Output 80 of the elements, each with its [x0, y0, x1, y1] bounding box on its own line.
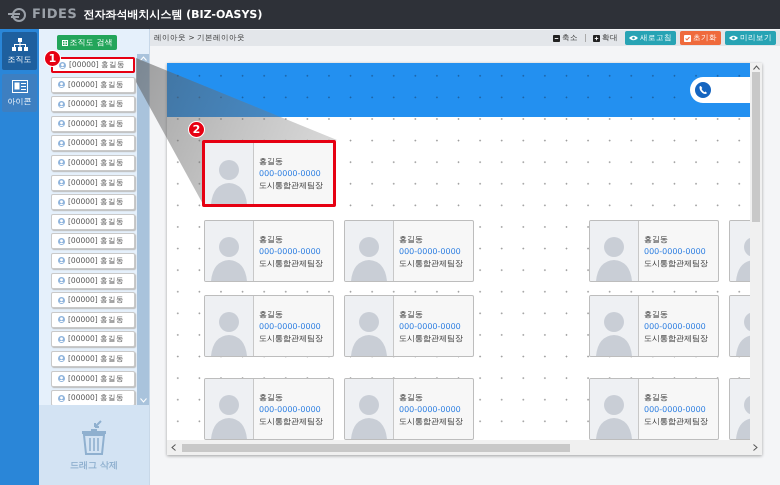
job-title: 도시통합관제팀장 [644, 332, 708, 344]
job-title: 도시통합관제팀장 [259, 332, 323, 344]
phone-number: 000-0000-0000 [259, 246, 322, 256]
eye-icon [729, 35, 738, 41]
seat-card[interactable]: 홍길동 000-0000-0000 도시통합관제팀장 [344, 378, 474, 440]
scroll-thumb[interactable] [182, 444, 570, 452]
user-icon [58, 316, 65, 324]
user-icon [58, 159, 65, 166]
scroll-up-icon[interactable] [752, 65, 760, 70]
user-icon [58, 355, 65, 362]
org-chart-icon [12, 38, 28, 50]
eye-icon [629, 35, 638, 41]
phone-number: 000-0000-0000 [259, 322, 322, 330]
user-icon [58, 140, 65, 147]
user-icon [59, 62, 66, 68]
user-icon [58, 238, 65, 245]
user-icon [58, 394, 65, 402]
user-icon [58, 218, 65, 226]
phone-number: 000-0000-0000 [399, 322, 462, 330]
person-name: 홍길동 [399, 308, 424, 320]
trash-label: 드래그 삭제 [70, 460, 118, 472]
user-icon [58, 179, 65, 186]
seat-card[interactable]: 홍길동 000-0000-0000 도시통합관제팀장 [204, 220, 334, 282]
plus-icon [593, 34, 600, 42]
job-title: 도시통합관제팀장 [644, 416, 708, 426]
seat-card[interactable]: 홍길동 000-0000-0000 도시통합관제팀장 [344, 295, 474, 357]
seat-card[interactable]: 홍길동 000-0000-0000 도시통합관제팀장 [204, 295, 334, 357]
scroll-thumb[interactable] [752, 72, 760, 222]
scroll-left-icon[interactable] [171, 444, 176, 451]
person-name: 홍길동 [259, 156, 284, 167]
phone-icon [695, 82, 711, 98]
phone-number: 000-0000-0000 [259, 404, 322, 414]
trash-icon [81, 418, 107, 454]
person-name: 홍길동 [259, 392, 284, 402]
job-title: 도시통합관제팀장 [259, 258, 323, 268]
logo-icon [8, 8, 26, 22]
user-icon [58, 336, 65, 343]
phone-number: 000-0000-0000 [399, 404, 462, 414]
user-icon [58, 198, 65, 206]
user-icon [58, 100, 65, 108]
scroll-down-icon[interactable] [140, 398, 146, 403]
grid-icon [62, 40, 68, 46]
user-icon [58, 296, 65, 304]
rail-tab[interactable]: 조직도 [2, 32, 37, 70]
person-name: 홍길동 [644, 234, 669, 244]
seat-card[interactable]: 홍길동 000-0000-0000 도시통합관제팀장 [204, 378, 334, 440]
person-name: 홍길동 [644, 392, 669, 402]
seat-card[interactable]: 홍길동 000-0000-0000 도시통합관제팀장 [589, 220, 719, 282]
seat-card[interactable]: 홍길동 000-0000-0000 도시통합관제팀장 [589, 295, 719, 357]
user-icon [58, 277, 65, 284]
user-icon [58, 120, 65, 128]
phone-number: 000-0000-0000 [259, 169, 322, 178]
user-icon [58, 81, 65, 88]
logo-text: FIDES [32, 7, 78, 22]
phone-number: 000-0000-0000 [644, 322, 707, 330]
phone-number: 000-0000-0000 [644, 246, 707, 256]
phone-number: 000-0000-0000 [644, 404, 707, 414]
person-name: 홍길동 [399, 392, 424, 402]
job-title: 도시통합관제팀장 [644, 258, 708, 268]
seat-card[interactable]: 홍길동 000-0000-0000 도시통합관제팀장 [344, 220, 474, 282]
seat-card[interactable]: 홍길동 000-0000-0000 도시통합관제팀장 [202, 140, 336, 207]
app-title: 전자좌석배치시스템 (BIZ-OASYS) [83, 7, 262, 22]
minus-icon [553, 34, 560, 42]
person-name: 홍길동 [399, 234, 424, 244]
seat-card[interactable]: 홍길동 000-0000-0000 도시통합관제팀장 [589, 378, 719, 440]
checkbox-icon [684, 34, 691, 42]
id-card-icon [12, 80, 28, 92]
scroll-right-icon[interactable] [753, 444, 758, 451]
user-icon [58, 257, 65, 264]
job-title: 도시통합관제팀장 [259, 416, 323, 426]
rail-tab[interactable]: 아이콘 [2, 74, 37, 112]
job-title: 도시통합관제팀장 [259, 180, 323, 191]
job-title: 도시통합관제팀장 [399, 332, 463, 344]
person-name: 홍길동 [259, 308, 284, 320]
person-name: 홍길동 [644, 308, 669, 320]
phone-number: 000-0000-0000 [399, 246, 462, 256]
user-icon [58, 375, 65, 382]
job-title: 도시통합관제팀장 [399, 258, 463, 268]
person-name: 홍길동 [259, 234, 284, 244]
job-title: 도시통합관제팀장 [399, 416, 463, 426]
